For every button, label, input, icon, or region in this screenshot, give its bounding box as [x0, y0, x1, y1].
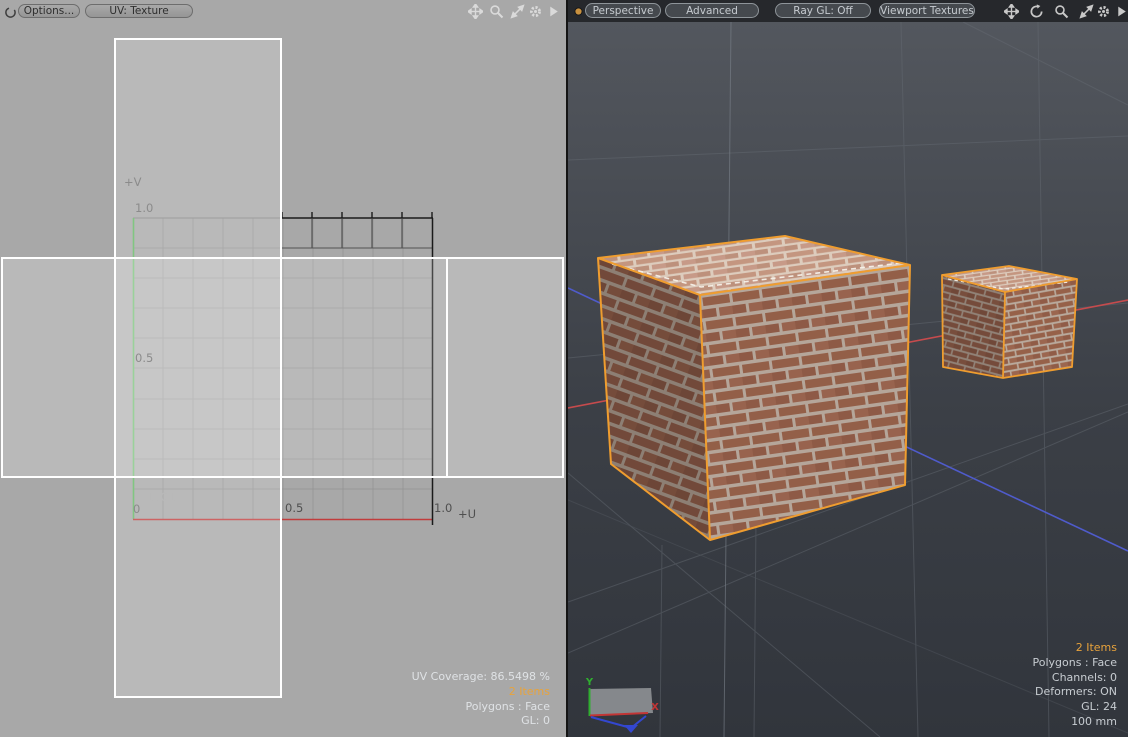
- uv-shell-fills[interactable]: [2, 39, 563, 697]
- uv-tick-v-1: 1.0: [135, 201, 153, 215]
- shading-mode-button[interactable]: Advanced: [665, 3, 759, 18]
- ray-gl-button[interactable]: Ray GL: Off: [775, 3, 871, 18]
- gizmo-x-label: X: [651, 702, 659, 713]
- vp-selection-mode: Polygons : Face: [1032, 656, 1117, 671]
- uv-item-count: 2 Items: [412, 685, 550, 700]
- vp-deformers: Deformers: ON: [1032, 685, 1117, 700]
- uv-tick-u-05: 0.5: [285, 501, 303, 515]
- uv-mode-button[interactable]: UV: Texture: [85, 4, 193, 18]
- viewport-status-readout: 2 Items Polygons : Face Channels: 0 Defo…: [1032, 641, 1117, 730]
- viewport-3d-canvas: Y X: [568, 0, 1128, 737]
- move-tool-icon[interactable]: [1004, 4, 1019, 19]
- settings-gear-icon[interactable]: [528, 4, 543, 19]
- settings-gear-icon[interactable]: [1096, 4, 1111, 19]
- rotate-tool-icon[interactable]: [1029, 4, 1044, 19]
- view-type-button[interactable]: Perspective: [585, 3, 661, 18]
- uv-udim-label: 1001: [146, 490, 175, 504]
- uv-gl-count: GL: 0: [412, 714, 550, 729]
- uv-tick-v-05: 0.5: [135, 351, 153, 365]
- uv-editor-canvas: +V 1.0 0.5 1001 0 0.5 1.0 +U: [0, 0, 566, 737]
- small-cube-left-face[interactable]: [942, 275, 1005, 378]
- small-cube-right-face[interactable]: [1003, 279, 1077, 378]
- uv-toolbar: Options... UV: Texture: [0, 0, 566, 22]
- options-button[interactable]: Options...: [18, 4, 80, 18]
- radial-menu-icon[interactable]: [4, 6, 19, 21]
- uv-axis-v-label: +V: [124, 175, 142, 189]
- perspective-3d-viewport: Y X Perspective Advanced Ray GL: Off Vie…: [568, 0, 1128, 737]
- zoom-tool-icon[interactable]: [489, 4, 504, 19]
- uv-selection-mode: Polygons : Face: [412, 700, 550, 715]
- workplane-indicator-quad: [589, 688, 653, 715]
- maximize-icon[interactable]: [510, 4, 525, 19]
- uv-editor-viewport: +V 1.0 0.5 1001 0 0.5 1.0 +U Options... …: [0, 0, 566, 737]
- uv-tick-origin: 0: [133, 502, 140, 516]
- expand-panel-icon[interactable]: [548, 4, 563, 19]
- application-window: +V 1.0 0.5 1001 0 0.5 1.0 +U Options... …: [0, 0, 1128, 737]
- gizmo-y-label: Y: [585, 677, 594, 688]
- move-tool-icon[interactable]: [468, 4, 483, 19]
- maximize-icon[interactable]: [1079, 4, 1094, 19]
- vp-channels: Channels: 0: [1032, 671, 1117, 686]
- vp-gl-count: GL: 24: [1032, 700, 1117, 715]
- viewport-toolbar: Perspective Advanced Ray GL: Off Viewpor…: [568, 0, 1128, 22]
- vp-item-count: 2 Items: [1032, 641, 1117, 656]
- uv-axis-u-label: +U: [458, 507, 476, 521]
- uv-coverage-value: UV Coverage: 86.5498 %: [412, 670, 550, 685]
- uv-tick-u-1: 1.0: [434, 501, 452, 515]
- uv-status-readout: UV Coverage: 86.5498 % 2 Items Polygons …: [412, 670, 550, 729]
- viewport-textures-button[interactable]: Viewport Textures: [879, 3, 975, 18]
- small-brick-cube[interactable]: [942, 266, 1077, 378]
- vp-grid-size: 100 mm: [1032, 715, 1117, 730]
- expand-panel-icon[interactable]: [1116, 4, 1128, 19]
- zoom-tool-icon[interactable]: [1054, 4, 1069, 19]
